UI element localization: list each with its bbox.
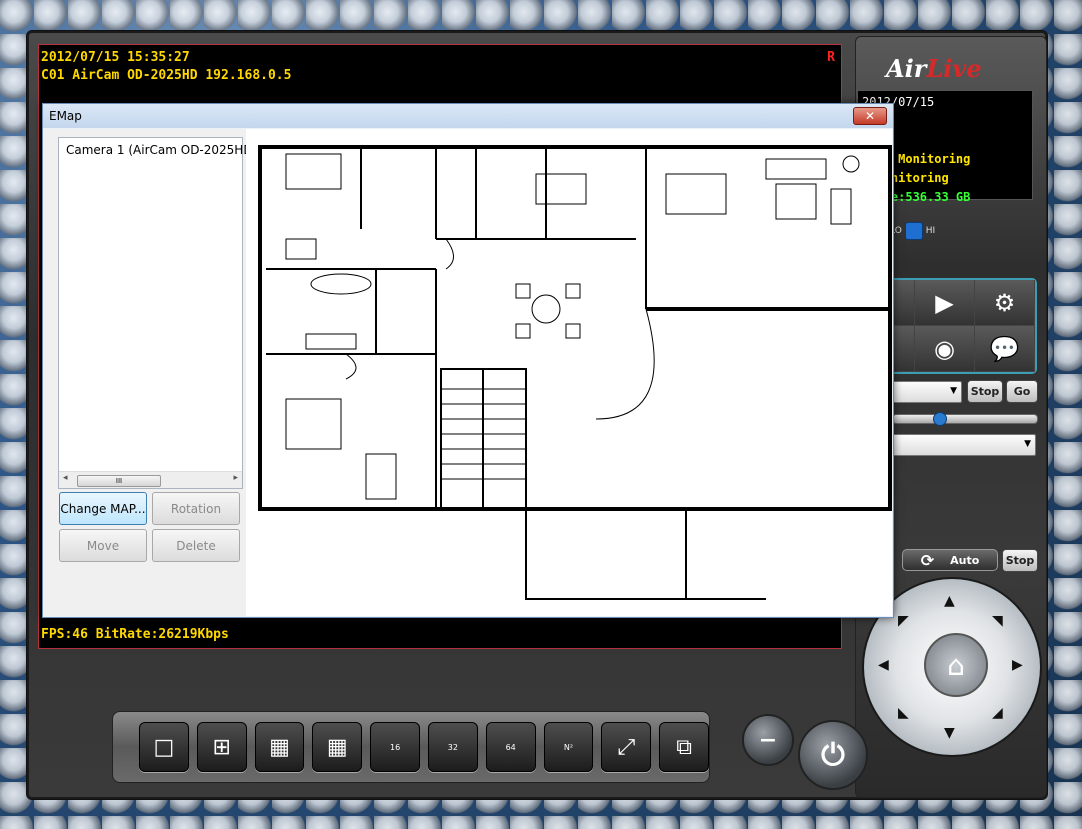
layout-4-button[interactable]: ⊞ — [196, 722, 247, 772]
arrow-down-left-icon[interactable]: ◣ — [898, 705, 909, 721]
minimize-button[interactable]: − — [742, 714, 794, 766]
camera-list-item[interactable]: Camera 1 (AirCam OD-2025HD — [66, 143, 253, 157]
video-camera-info: C01 AirCam OD-2025HD 192.168.0.5 — [41, 68, 292, 83]
scroll-left-icon[interactable]: ◂ — [63, 473, 68, 483]
layout-toolbar: □ ⊞ ▦ ▦ 16 32 64 N² ⤢ ⧉ — [112, 711, 710, 783]
sequence-icon[interactable]: ⧉ — [659, 722, 709, 772]
scroll-right-icon[interactable]: ▸ — [233, 473, 238, 483]
arrow-up-left-icon[interactable]: ◤ — [898, 613, 909, 629]
layout-16-button[interactable]: 16 — [370, 722, 420, 772]
emap-dialog: EMap ✕ Camera 1 (AirCam OD-2025HD ◂ III … — [42, 103, 894, 618]
emap-body: Camera 1 (AirCam OD-2025HD ◂ III ▸ Chang… — [44, 129, 892, 616]
fullscreen-icon[interactable]: ⤢ — [601, 722, 652, 772]
playback-icon[interactable]: ▶ — [915, 280, 975, 326]
home-icon[interactable]: ⌂ — [924, 633, 988, 697]
video-datetime: 2012/07/15 15:35:27 — [41, 50, 190, 65]
emap-title-bar[interactable]: EMap ✕ — [43, 104, 893, 128]
arrow-up-icon[interactable]: ▲ — [944, 593, 955, 609]
arrow-down-right-icon[interactable]: ◢ — [992, 705, 1003, 721]
floor-plan-drawing — [258, 145, 892, 600]
scrollbar-thumb[interactable]: III — [77, 475, 161, 487]
layout-6-button[interactable]: ▦ — [254, 722, 305, 772]
airlive-logo: AirLive — [886, 54, 982, 83]
delete-button[interactable]: Delete — [152, 529, 240, 562]
change-map-button[interactable]: Change MAP... — [59, 492, 147, 525]
move-button[interactable]: Move — [59, 529, 147, 562]
close-icon[interactable]: ✕ — [853, 107, 887, 125]
stop-button-2[interactable]: Stop — [1002, 549, 1038, 572]
patrol-select[interactable]: ▼ — [892, 434, 1036, 456]
arrow-down-icon[interactable]: ▼ — [944, 725, 955, 741]
floor-plan-map[interactable] — [246, 129, 892, 616]
rotation-button[interactable]: Rotation — [152, 492, 240, 525]
emap-title: EMap — [49, 109, 82, 123]
record-indicator: R — [827, 50, 835, 65]
chevron-down-icon: ▼ — [950, 386, 957, 396]
power-icon[interactable]: ⏻ — [798, 720, 868, 790]
function-icon-grid: ▶ ⚙ ◉ 💬 — [885, 278, 1037, 374]
go-button[interactable]: Go — [1006, 380, 1038, 403]
video-stats: FPS:46 BitRate:26219Kbps — [41, 627, 229, 642]
stream-quality-switch[interactable]: LO HI — [890, 222, 935, 240]
layout-64-button[interactable]: 64 — [485, 722, 536, 772]
eye-icon[interactable]: ◉ — [915, 326, 975, 372]
slider-handle[interactable] — [933, 412, 947, 426]
layout-1-button[interactable]: □ — [139, 722, 189, 772]
preset-select[interactable]: ▼ — [892, 381, 962, 403]
auto-label: Auto — [950, 553, 980, 567]
stream-hi-label: HI — [925, 226, 936, 236]
loop-icon: ⟳ — [920, 550, 935, 570]
arrow-left-icon[interactable]: ◀ — [878, 657, 889, 673]
arrow-right-icon[interactable]: ▶ — [1012, 657, 1023, 673]
layout-9-button[interactable]: ▦ — [312, 722, 363, 772]
layout-32-button[interactable]: 32 — [427, 722, 478, 772]
chevron-down-icon-2: ▼ — [1024, 439, 1031, 449]
speed-slider[interactable] — [892, 412, 1038, 426]
chat-icon[interactable]: 💬 — [975, 326, 1035, 372]
gear-icon[interactable]: ⚙ — [975, 280, 1035, 326]
stream-toggle[interactable] — [904, 222, 923, 240]
horizontal-scrollbar[interactable]: ◂ III ▸ — [59, 471, 242, 488]
camera-list[interactable]: Camera 1 (AirCam OD-2025HD ◂ III ▸ — [58, 137, 253, 489]
stop-button-1[interactable]: Stop — [967, 380, 1003, 403]
layout-n2-button[interactable]: N² — [543, 722, 594, 772]
auto-patrol-button[interactable]: ⟳ Auto — [902, 549, 998, 571]
arrow-up-right-icon[interactable]: ◥ — [992, 613, 1003, 629]
